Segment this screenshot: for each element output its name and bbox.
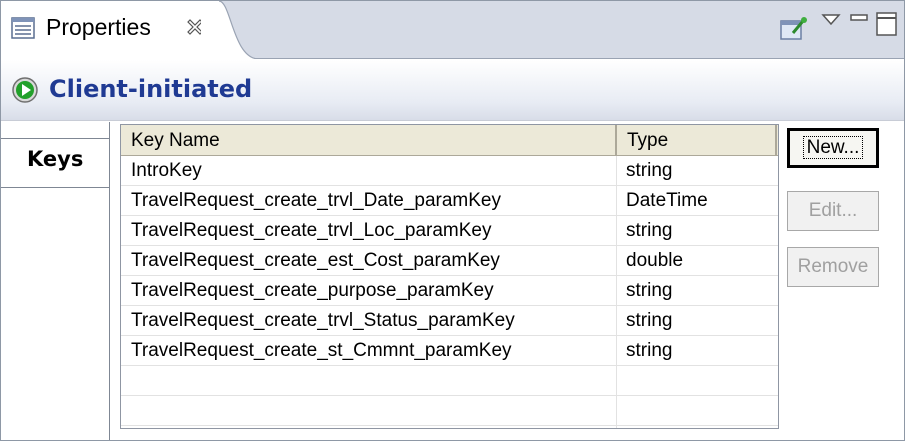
tab-title: Properties [46,14,151,40]
cell-type: double [626,250,684,271]
cell-key-name: TravelRequest_create_trvl_Date_paramKey [131,190,501,211]
side-tab-label: Keys [27,147,84,171]
cell-key-name: TravelRequest_create_trvl_Status_paramKe… [131,310,515,331]
new-button[interactable]: New... [787,128,879,168]
edit-button[interactable]: Edit... [787,191,879,231]
cell-type: string [626,220,673,241]
cell-type [616,366,626,396]
table-header-row: Key Name Type [121,125,778,156]
cell-key-name [121,396,131,426]
cell-key-name: TravelRequest_create_st_Cmmnt_paramKey [131,340,512,361]
table-row[interactable]: TravelRequest_create_st_Cmmnt_paramKey s… [121,336,778,366]
cell-key-name: TravelRequest_create_purpose_paramKey [131,280,494,301]
view-menu-icon[interactable] [821,13,841,27]
table-row[interactable]: IntroKey string [121,156,778,186]
form-header: Client-initiated [1,60,904,121]
cell-type: string [626,280,673,301]
maximize-icon[interactable] [875,11,899,37]
table-row[interactable]: TravelRequest_create_est_Cost_paramKey d… [121,246,778,276]
view-tab-bar: Properties [1,1,904,59]
cell-type: DateTime [626,190,708,211]
table-row[interactable] [121,366,778,396]
cell-type: string [626,340,673,361]
cell-key-name [121,366,131,396]
minimize-icon[interactable] [849,11,869,25]
tab-curve [201,1,260,59]
side-divider [109,122,110,440]
properties-view: Properties Client-initiated Keys Key Nam… [0,0,905,441]
cell-key-name: TravelRequest_create_est_Cost_paramKey [131,250,500,271]
cell-type [616,396,626,426]
cell-type: string [626,160,673,181]
pin-editor-icon[interactable] [779,15,809,41]
cell-type: string [626,310,673,331]
column-header-key-name[interactable]: Key Name [121,125,617,156]
table-row[interactable]: TravelRequest_create_purpose_paramKey st… [121,276,778,306]
table-row[interactable]: TravelRequest_create_trvl_Status_paramKe… [121,306,778,336]
cell-key-name: TravelRequest_create_trvl_Loc_paramKey [131,220,492,241]
column-header-type[interactable]: Type [617,125,777,156]
properties-tab[interactable]: Properties [1,1,219,59]
remove-button[interactable]: Remove [787,247,879,287]
new-button-label: New... [802,136,864,159]
form-title: Client-initiated [49,75,253,103]
table-row[interactable]: TravelRequest_create_trvl_Loc_paramKey s… [121,216,778,246]
cell-key-name: IntroKey [131,160,202,181]
properties-list-icon [11,17,35,39]
run-green-icon [12,77,38,103]
table-row[interactable] [121,396,778,426]
table-row[interactable]: TravelRequest_create_trvl_Date_paramKey … [121,186,778,216]
keys-table[interactable]: Key Name Type IntroKey string TravelRequ… [120,124,779,429]
